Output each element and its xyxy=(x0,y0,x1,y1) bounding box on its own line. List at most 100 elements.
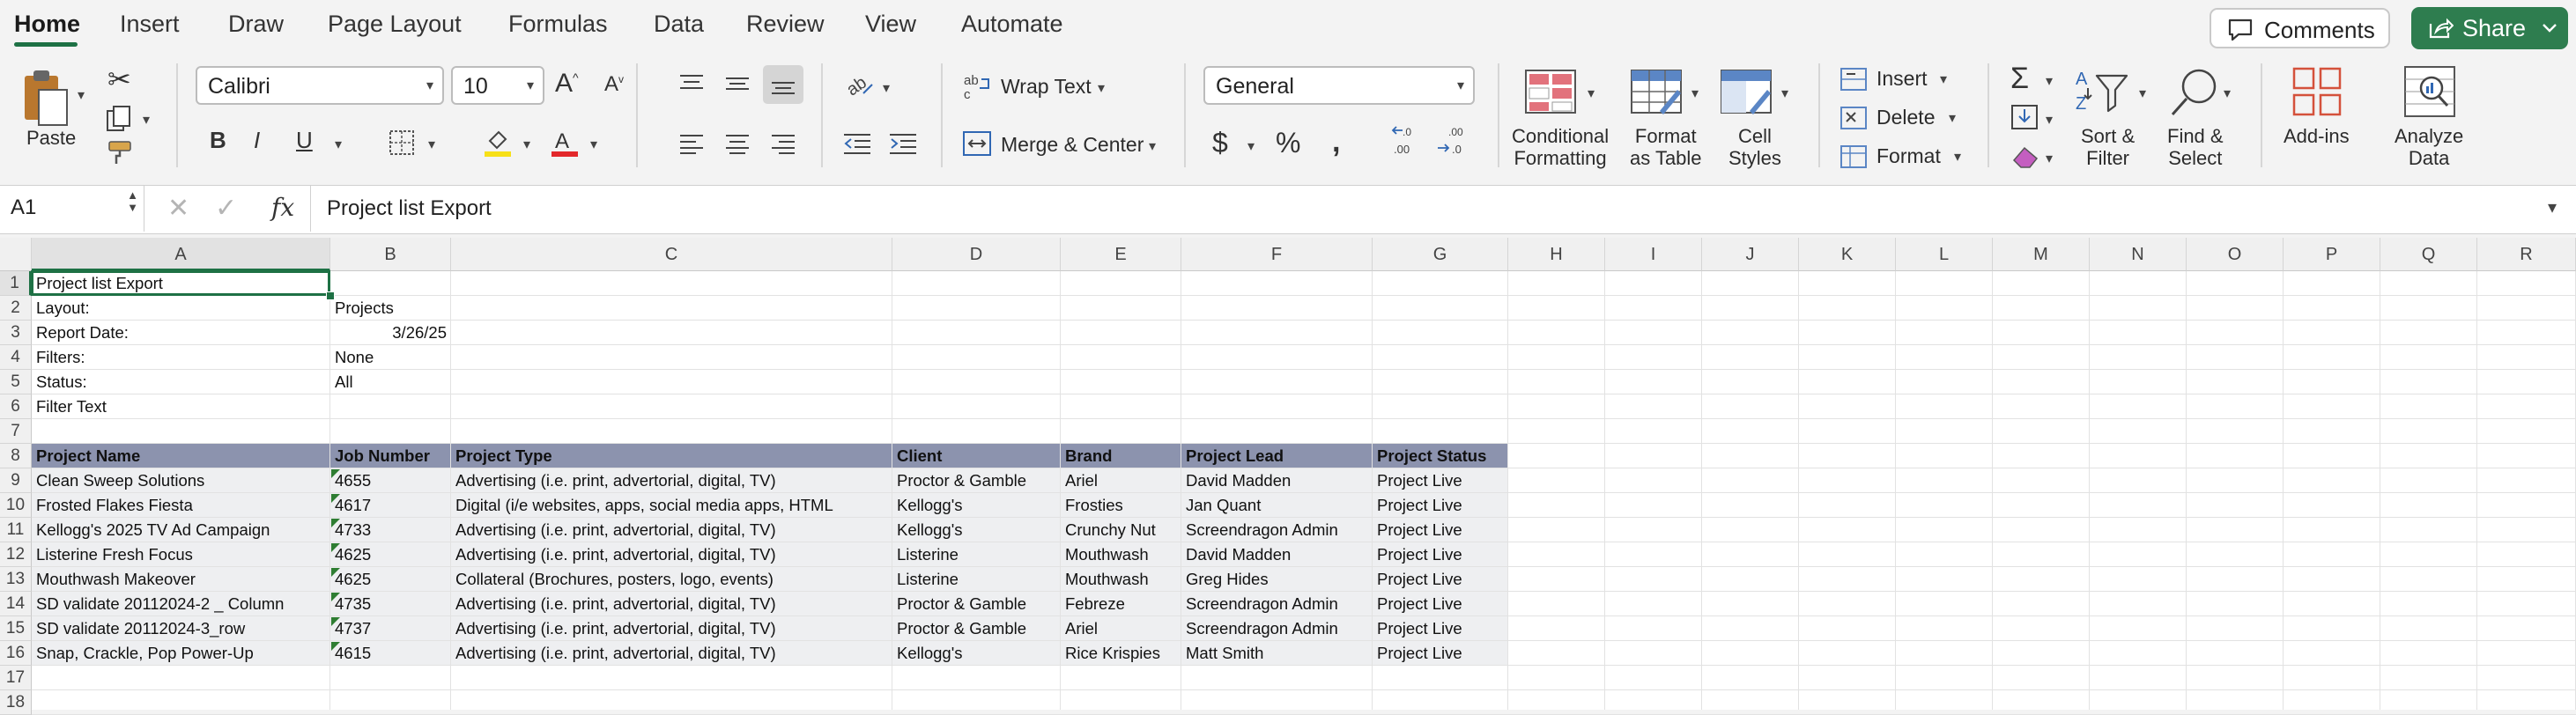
table-cell[interactable]: Snap, Crackle, Pop Power-Up xyxy=(32,641,330,666)
table-cell[interactable]: Kellogg's xyxy=(892,493,1061,518)
table-cell[interactable]: 4735 xyxy=(330,592,451,616)
format-cells-label[interactable]: Format xyxy=(1876,145,1941,167)
row-header-15[interactable]: 15 xyxy=(0,616,32,641)
orientation-chevron-icon[interactable]: ▾ xyxy=(883,79,890,97)
underline-chevron-icon[interactable]: ▾ xyxy=(335,136,342,153)
table-cell[interactable]: Project Live xyxy=(1373,493,1508,518)
column-header-c[interactable]: C xyxy=(451,238,892,271)
tab-review[interactable]: Review xyxy=(746,11,825,38)
select-all-corner[interactable] xyxy=(0,238,32,271)
table-cell[interactable]: Advertising (i.e. print, advertorial, di… xyxy=(451,616,892,641)
table-cell[interactable]: Kellogg's xyxy=(892,641,1061,666)
row-header-16[interactable]: 16 xyxy=(0,641,32,666)
font-color-chevron-icon[interactable]: ▾ xyxy=(590,136,597,153)
fill-chevron-icon[interactable]: ▾ xyxy=(2046,111,2053,129)
table-cell[interactable]: 4615 xyxy=(330,641,451,666)
row-header-13[interactable]: 13 xyxy=(0,567,32,592)
decrease-indent-icon[interactable] xyxy=(842,132,872,155)
column-header-n[interactable]: N xyxy=(2090,238,2187,271)
underline-button[interactable]: U xyxy=(296,129,313,151)
table-cell[interactable]: 4625 xyxy=(330,542,451,567)
sort-filter-chevron-icon[interactable]: ▾ xyxy=(2139,85,2146,102)
orientation-icon[interactable]: ab xyxy=(844,70,876,99)
autosum-icon[interactable]: Σ xyxy=(2010,63,2029,93)
add-ins-label[interactable]: Add-ins xyxy=(2284,125,2350,147)
table-cell[interactable]: 4625 xyxy=(330,567,451,592)
table-cell[interactable]: Matt Smith xyxy=(1181,641,1373,666)
table-cell[interactable]: Advertising (i.e. print, advertorial, di… xyxy=(451,518,892,542)
column-header-k[interactable]: K xyxy=(1799,238,1896,271)
worksheet-grid[interactable]: A B C D E F G H I J K L M N O P Q R 1 2 3 4 5 6 7 8 9 10 11 12 13 14 15 1… xyxy=(0,238,2576,715)
insert-cells-label[interactable]: Insert xyxy=(1876,68,1928,90)
meta-label[interactable]: Layout: xyxy=(32,296,330,321)
table-cell[interactable]: Rice Krispies xyxy=(1061,641,1181,666)
table-cell[interactable]: Kellogg's 2025 TV Ad Campaign xyxy=(32,518,330,542)
align-center-icon[interactable] xyxy=(724,132,751,155)
tab-home[interactable]: Home xyxy=(14,11,80,38)
meta-label[interactable]: Report Date: xyxy=(32,321,330,345)
font-name-dropdown[interactable]: Calibri ▾ xyxy=(196,66,444,105)
merge-center-label[interactable]: Merge & Center xyxy=(1001,134,1144,156)
decrease-font-size-icon[interactable]: Av xyxy=(604,74,624,95)
column-header-f[interactable]: F xyxy=(1181,238,1373,271)
row-header-14[interactable]: 14 xyxy=(0,592,32,616)
conditional-formatting-icon[interactable] xyxy=(1524,69,1577,114)
row-header-11[interactable]: 11 xyxy=(0,518,32,542)
align-bottom-button[interactable] xyxy=(763,65,803,104)
table-cell[interactable]: Advertising (i.e. print, advertorial, di… xyxy=(451,641,892,666)
tab-insert[interactable]: Insert xyxy=(120,11,180,38)
align-middle-icon[interactable] xyxy=(724,72,751,95)
table-cell[interactable]: Screendragon Admin xyxy=(1181,616,1373,641)
currency-chevron-icon[interactable]: ▾ xyxy=(1247,137,1255,155)
clear-chevron-icon[interactable]: ▾ xyxy=(2046,150,2053,167)
add-ins-icon[interactable] xyxy=(2291,65,2343,118)
borders-chevron-icon[interactable]: ▾ xyxy=(428,136,435,153)
analyze-data-label[interactable]: Analyze Data xyxy=(2395,125,2463,169)
confirm-entry-icon[interactable]: ✓ xyxy=(215,193,237,224)
clear-icon[interactable] xyxy=(2010,144,2040,169)
tab-draw[interactable]: Draw xyxy=(228,11,284,38)
borders-icon[interactable] xyxy=(388,129,416,157)
column-header-m[interactable]: M xyxy=(1993,238,2090,271)
table-cell[interactable]: Digital (i/e websites, apps, social medi… xyxy=(451,493,892,518)
conditional-formatting-chevron-icon[interactable]: ▾ xyxy=(1588,85,1595,102)
insert-chevron-icon[interactable]: ▾ xyxy=(1940,70,1947,88)
table-cell[interactable]: Project Live xyxy=(1373,567,1508,592)
table-cell[interactable]: Advertising (i.e. print, advertorial, di… xyxy=(451,468,892,493)
comments-button[interactable]: Comments xyxy=(2210,8,2390,48)
meta-value[interactable]: 3/26/25 xyxy=(330,321,451,345)
table-cell[interactable]: Ariel xyxy=(1061,616,1181,641)
column-header-l[interactable]: L xyxy=(1896,238,1993,271)
meta-label[interactable]: Filters: xyxy=(32,345,330,370)
column-header-o[interactable]: O xyxy=(2187,238,2284,271)
fill-handle[interactable] xyxy=(326,291,335,300)
sort-filter-label[interactable]: Sort & Filter xyxy=(2081,125,2135,169)
bold-button[interactable]: B xyxy=(210,129,226,151)
italic-button[interactable]: I xyxy=(254,129,260,151)
meta-label[interactable]: Filter Text xyxy=(32,394,330,419)
percent-icon[interactable]: % xyxy=(1276,129,1300,157)
copy-chevron-icon[interactable]: ▾ xyxy=(143,111,150,129)
share-button[interactable]: Share xyxy=(2411,7,2568,49)
table-header-cell[interactable]: Brand xyxy=(1061,444,1181,468)
column-header-d[interactable]: D xyxy=(892,238,1061,271)
cell-styles-chevron-icon[interactable]: ▾ xyxy=(1781,85,1788,102)
table-cell[interactable]: 4655 xyxy=(330,468,451,493)
column-header-i[interactable]: I xyxy=(1605,238,1702,271)
increase-indent-icon[interactable] xyxy=(888,132,918,155)
find-select-chevron-icon[interactable]: ▾ xyxy=(2224,85,2231,102)
cell-styles-label[interactable]: Cell Styles xyxy=(1728,125,1781,169)
font-size-dropdown[interactable]: 10 ▾ xyxy=(451,66,544,105)
table-cell[interactable]: David Madden xyxy=(1181,468,1373,493)
row-header-4[interactable]: 4 xyxy=(0,345,32,370)
table-cell[interactable]: Listerine xyxy=(892,542,1061,567)
tab-view[interactable]: View xyxy=(865,11,916,38)
table-cell[interactable]: Jan Quant xyxy=(1181,493,1373,518)
column-header-p[interactable]: P xyxy=(2284,238,2380,271)
column-header-r[interactable]: R xyxy=(2477,238,2576,271)
table-cell[interactable]: 4617 xyxy=(330,493,451,518)
table-cell[interactable]: Frosted Flakes Fiesta xyxy=(32,493,330,518)
table-header-cell[interactable]: Project Lead xyxy=(1181,444,1373,468)
table-cell[interactable]: Project Live xyxy=(1373,641,1508,666)
wrap-text-label[interactable]: Wrap Text xyxy=(1001,76,1092,98)
